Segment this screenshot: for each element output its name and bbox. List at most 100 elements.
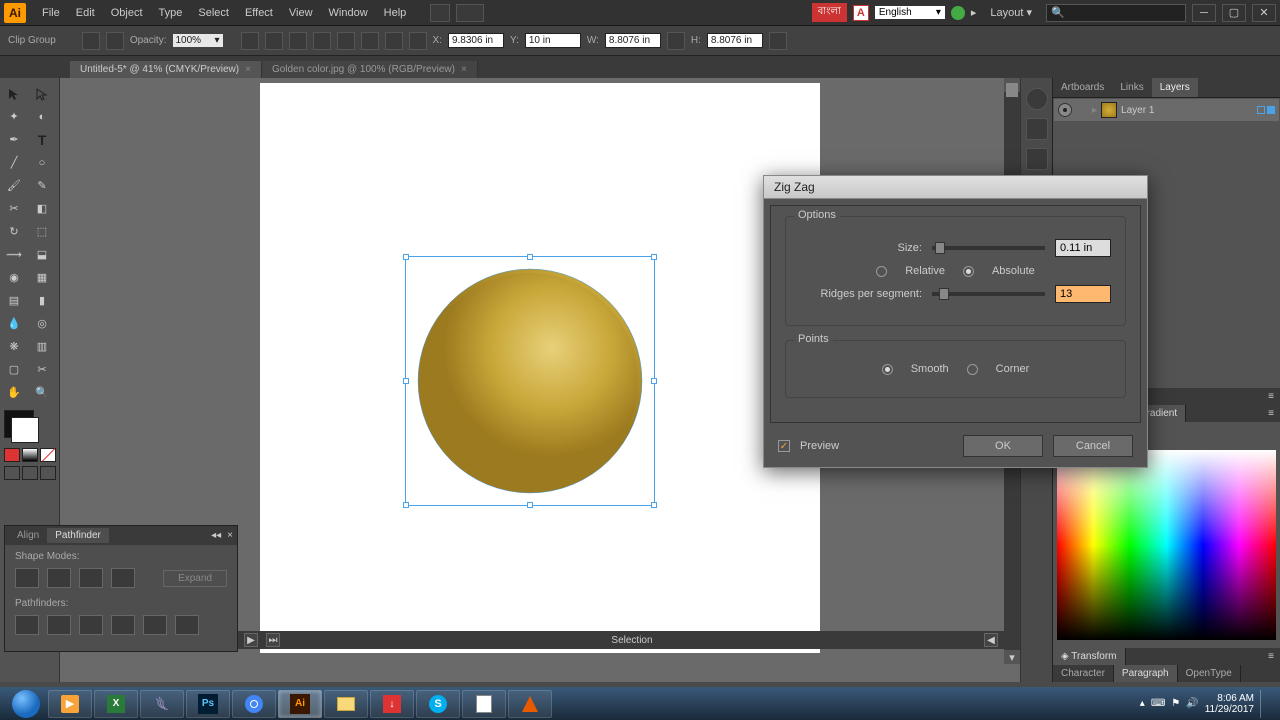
gradient-swatch[interactable] (22, 448, 38, 462)
type-tool[interactable]: T (28, 128, 56, 151)
menu-edit[interactable]: Edit (68, 3, 103, 23)
blend-tool[interactable]: ◎ (28, 312, 56, 335)
symbol-sprayer-tool[interactable]: ❋ (0, 335, 28, 358)
excel-icon[interactable]: X (94, 690, 138, 718)
target-icon[interactable] (1257, 106, 1265, 114)
tab-align[interactable]: Align (9, 528, 47, 543)
collapse-icon[interactable]: ◂◂ (211, 530, 221, 541)
link-wh-icon[interactable] (667, 32, 685, 50)
align-vcenter-icon[interactable] (361, 32, 379, 50)
visibility-icon[interactable] (1058, 103, 1072, 117)
explorer-icon[interactable] (324, 690, 368, 718)
close-icon[interactable]: × (227, 530, 233, 541)
w-input[interactable]: 8.8076 in (605, 33, 661, 48)
layer-name[interactable]: Layer 1 (1121, 105, 1154, 116)
size-slider[interactable] (932, 246, 1045, 250)
handle-e[interactable] (651, 378, 657, 384)
shape-icon[interactable] (769, 32, 787, 50)
direct-selection-tool[interactable] (28, 82, 56, 105)
recolor-icon[interactable] (241, 32, 259, 50)
menu-select[interactable]: Select (190, 3, 237, 23)
align-bottom-icon[interactable] (385, 32, 403, 50)
layer-row[interactable]: ▸ Layer 1 (1054, 99, 1279, 121)
perspective-tool[interactable]: ▦ (28, 266, 56, 289)
start-button[interactable] (6, 689, 46, 719)
handle-nw[interactable] (403, 254, 409, 260)
bridge-icon[interactable] (430, 4, 450, 22)
align-right-icon[interactable] (313, 32, 331, 50)
handle-n[interactable] (527, 254, 533, 260)
panel-menu-icon[interactable]: ≡ (1262, 388, 1280, 405)
close-icon[interactable]: × (245, 64, 251, 75)
handle-se[interactable] (651, 502, 657, 508)
handle-w[interactable] (403, 378, 409, 384)
intersect-icon[interactable] (79, 568, 103, 588)
gradient-tool[interactable]: ▮ (28, 289, 56, 312)
panel-menu-icon[interactable]: ≡ (1262, 405, 1280, 422)
layout-menu[interactable]: Layout ▾ (982, 2, 1040, 23)
eraser-tool[interactable]: ◧ (28, 197, 56, 220)
exclude-icon[interactable] (111, 568, 135, 588)
unite-icon[interactable] (15, 568, 39, 588)
color-spectrum[interactable] (1057, 450, 1276, 640)
align-hcenter-icon[interactable] (289, 32, 307, 50)
feather-icon[interactable]: 𓆰 (140, 690, 184, 718)
pencil-tool[interactable]: ✎ (28, 174, 56, 197)
pathfinder-panel[interactable]: Align Pathfinder ◂◂× Shape Modes: Expand… (4, 525, 238, 652)
notepad-icon[interactable] (462, 690, 506, 718)
rotate-tool[interactable]: ↻ (0, 220, 28, 243)
shape-builder-tool[interactable]: ◉ (0, 266, 28, 289)
divide-icon[interactable] (15, 615, 39, 635)
appearance-icon[interactable] (1026, 88, 1048, 110)
select-icon[interactable] (1267, 106, 1275, 114)
preview-checkbox[interactable]: ✓ (778, 440, 790, 452)
download-icon[interactable]: ↓ (370, 690, 414, 718)
slider-thumb[interactable] (939, 288, 949, 300)
tab-artboards[interactable]: Artboards (1053, 78, 1112, 97)
mesh-tool[interactable]: ▤ (0, 289, 28, 312)
hand-tool[interactable]: ✋ (0, 381, 28, 404)
last-page-icon[interactable]: ⏭ (266, 633, 280, 647)
eyedropper-tool[interactable]: 💧 (0, 312, 28, 335)
menu-type[interactable]: Type (151, 3, 191, 23)
scroll-left-icon[interactable]: ◀ (984, 633, 998, 647)
handle-sw[interactable] (403, 502, 409, 508)
selection-tool[interactable] (0, 82, 28, 105)
panel-menu-icon[interactable]: ≡ (1262, 648, 1280, 665)
doc-tab[interactable]: Golden color.jpg @ 100% (RGB/Preview)× (262, 61, 478, 78)
trim-icon[interactable] (47, 615, 71, 635)
cancel-button[interactable]: Cancel (1053, 435, 1133, 457)
scroll-down-icon[interactable]: ▾ (1004, 650, 1020, 664)
menu-help[interactable]: Help (376, 3, 415, 23)
tab-pathfinder[interactable]: Pathfinder (47, 528, 109, 543)
action-center-icon[interactable]: ⚑ (1171, 698, 1180, 709)
fill-icon[interactable] (82, 32, 100, 50)
tray-up-icon[interactable]: ▴ (1140, 698, 1145, 709)
scroll-thumb[interactable] (1006, 83, 1018, 97)
free-transform-tool[interactable]: ⬓ (28, 243, 56, 266)
minus-front-icon[interactable] (47, 568, 71, 588)
minus-back-icon[interactable] (175, 615, 199, 635)
opacity-input[interactable]: 100%▾ (173, 34, 223, 47)
menu-object[interactable]: Object (103, 3, 151, 23)
blob-brush-tool[interactable]: ✂ (0, 197, 28, 220)
brushes-icon[interactable] (1026, 118, 1048, 140)
menu-view[interactable]: View (281, 3, 321, 23)
arrange-icon[interactable] (456, 4, 484, 22)
symbols-icon[interactable] (1026, 148, 1048, 170)
menu-effect[interactable]: Effect (237, 3, 281, 23)
tab-character[interactable]: Character (1053, 665, 1114, 682)
relative-radio[interactable] (876, 266, 887, 277)
keyboard-icon[interactable]: ⌨ (1151, 698, 1165, 709)
lasso-tool[interactable]: ◐ (28, 105, 56, 128)
dialog-title[interactable]: Zig Zag (764, 176, 1147, 199)
magic-wand-tool[interactable]: ✦ (0, 105, 28, 128)
volume-icon[interactable]: 🔊 (1186, 698, 1198, 709)
lang-a-icon[interactable]: A (853, 5, 869, 21)
color-swatch[interactable] (4, 448, 20, 462)
expand-button[interactable]: Expand (163, 570, 227, 587)
next-page-icon[interactable]: ▶ (244, 633, 258, 647)
tab-layers[interactable]: Layers (1152, 78, 1198, 97)
tab-opentype[interactable]: OpenType (1178, 665, 1241, 682)
merge-icon[interactable] (79, 615, 103, 635)
